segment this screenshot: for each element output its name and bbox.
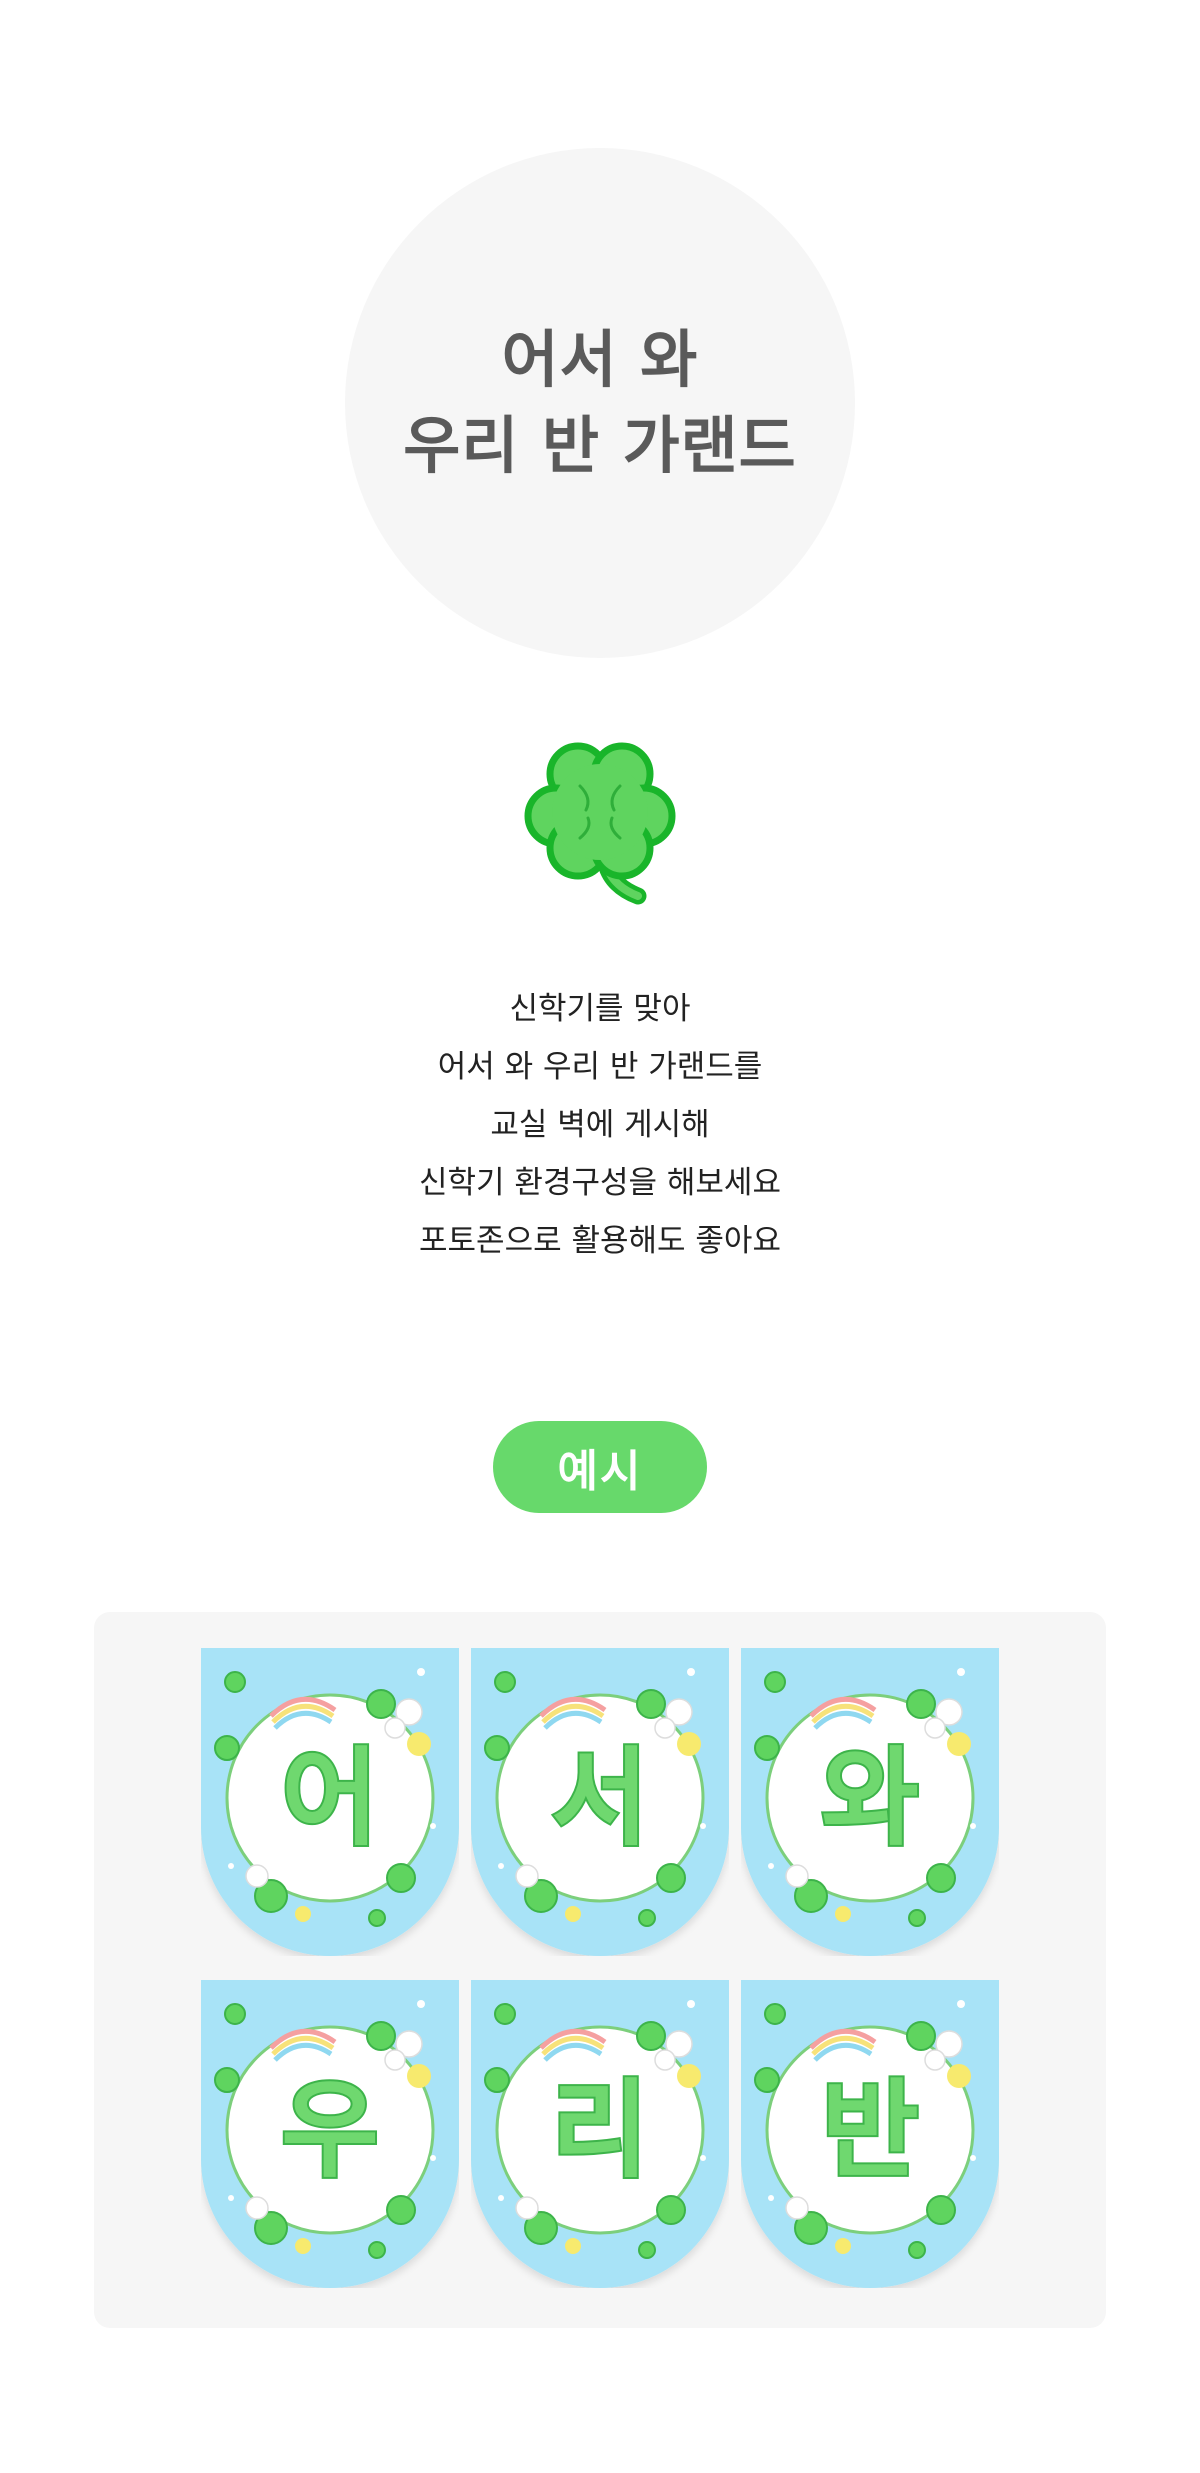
pennant-letter-2: 서 bbox=[549, 1735, 651, 1862]
description-line-5: 포토존으로 활용해도 좋아요 bbox=[419, 1223, 781, 1259]
pennant-letter-6: 반 bbox=[819, 2067, 921, 2194]
description-line-2: 어서 와 우리 반 가랜드를 bbox=[437, 1049, 763, 1085]
hero-title-line-1: 어서 와 bbox=[501, 323, 699, 396]
pennant-1: 어 bbox=[201, 1648, 459, 1956]
hero-circle: 어서 와 우리 반 가랜드 bbox=[345, 148, 855, 658]
pennant-5: 리 bbox=[471, 1980, 729, 2288]
pennant-4: 우 bbox=[201, 1980, 459, 2288]
description: 신학기를 맞아 어서 와 우리 반 가랜드를 교실 벽에 게시해 신학기 환경구… bbox=[0, 980, 1200, 1270]
pennant-6: 반 bbox=[741, 1980, 999, 2288]
clover-icon bbox=[520, 736, 680, 916]
preview-panel: 어 서 와 우 리 반 bbox=[94, 1612, 1106, 2328]
pennant-letter-1: 어 bbox=[279, 1735, 381, 1862]
description-line-1: 신학기를 맞아 bbox=[509, 991, 691, 1027]
pennant-letter-5: 리 bbox=[549, 2067, 651, 2194]
pennant-3: 와 bbox=[741, 1648, 999, 1956]
example-badge: 예시 bbox=[493, 1421, 707, 1513]
hero-title-line-2: 우리 반 가랜드 bbox=[403, 409, 797, 482]
pennant-letter-4: 우 bbox=[279, 2067, 381, 2194]
description-line-3: 교실 벽에 게시해 bbox=[490, 1107, 710, 1143]
pennant-letter-3: 와 bbox=[819, 1735, 921, 1862]
pennant-2: 서 bbox=[471, 1648, 729, 1956]
description-line-4: 신학기 환경구성을 해보세요 bbox=[419, 1165, 781, 1201]
